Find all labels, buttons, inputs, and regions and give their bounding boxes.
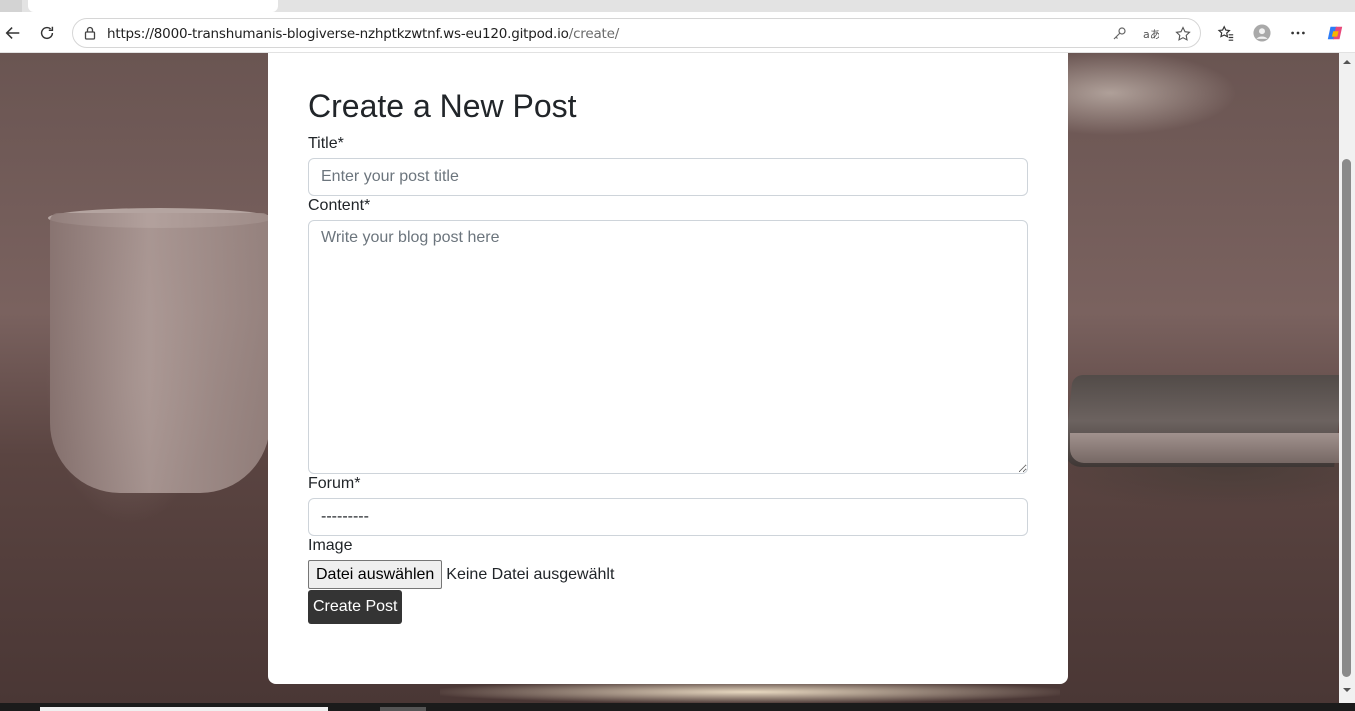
- url-host: https://8000-transhumanis-blogiverse-nzh…: [107, 26, 569, 42]
- url-path: /create/: [568, 26, 620, 42]
- key-icon[interactable]: [1109, 24, 1129, 44]
- create-post-button[interactable]: Create Post: [308, 590, 403, 624]
- page-viewport: Create a New Post Title* Content* Forum*…: [0, 53, 1339, 703]
- back-icon[interactable]: [0, 20, 26, 46]
- profile-icon[interactable]: [1249, 20, 1275, 46]
- create-post-card: Create a New Post Title* Content* Forum*…: [268, 53, 1068, 684]
- page-title: Create a New Post: [308, 88, 577, 124]
- image-label: Image: [308, 537, 353, 554]
- choose-file-button[interactable]: Datei auswählen: [308, 560, 443, 589]
- reload-icon[interactable]: [34, 20, 60, 46]
- url-text[interactable]: https://8000-transhumanis-blogiverse-nzh…: [107, 26, 619, 42]
- svg-text:aあ: aあ: [1143, 28, 1159, 41]
- image-file-input: Datei auswählen Keine Datei ausgewählt: [308, 560, 614, 589]
- read-aloud-icon[interactable]: aあ: [1141, 24, 1161, 44]
- background-glow: [440, 681, 1060, 703]
- scroll-thumb[interactable]: [1342, 159, 1351, 677]
- tab-previous[interactable]: [0, 0, 22, 12]
- taskbar-strip: [0, 703, 1355, 711]
- scroll-down-icon[interactable]: [1342, 685, 1352, 695]
- title-input[interactable]: [308, 158, 1028, 196]
- forum-select-value: ---------: [321, 508, 369, 525]
- scroll-up-icon[interactable]: [1342, 57, 1352, 67]
- content-textarea[interactable]: [308, 220, 1028, 474]
- taskbar-item[interactable]: [380, 707, 426, 711]
- favorites-icon[interactable]: [1213, 20, 1239, 46]
- browser-toolbar: https://8000-transhumanis-blogiverse-nzh…: [0, 12, 1355, 53]
- forum-label: Forum*: [308, 475, 361, 492]
- content-label: Content*: [308, 197, 371, 214]
- tab-active[interactable]: [28, 0, 278, 12]
- title-label: Title*: [308, 135, 344, 152]
- background-phone-edge: [1070, 433, 1339, 463]
- background-cup: [50, 213, 270, 493]
- favorite-star-icon[interactable]: [1173, 24, 1193, 44]
- tab-strip: [0, 0, 1355, 12]
- address-bar[interactable]: https://8000-transhumanis-blogiverse-nzh…: [72, 18, 1201, 48]
- copilot-icon[interactable]: [1322, 20, 1348, 46]
- lock-icon[interactable]: [82, 25, 98, 41]
- taskbar-item[interactable]: [40, 707, 328, 711]
- more-icon[interactable]: [1285, 20, 1311, 46]
- page-scrollbar[interactable]: [1339, 53, 1355, 703]
- file-status-text: Keine Datei ausgewählt: [446, 565, 615, 583]
- forum-select[interactable]: ---------: [308, 498, 1028, 536]
